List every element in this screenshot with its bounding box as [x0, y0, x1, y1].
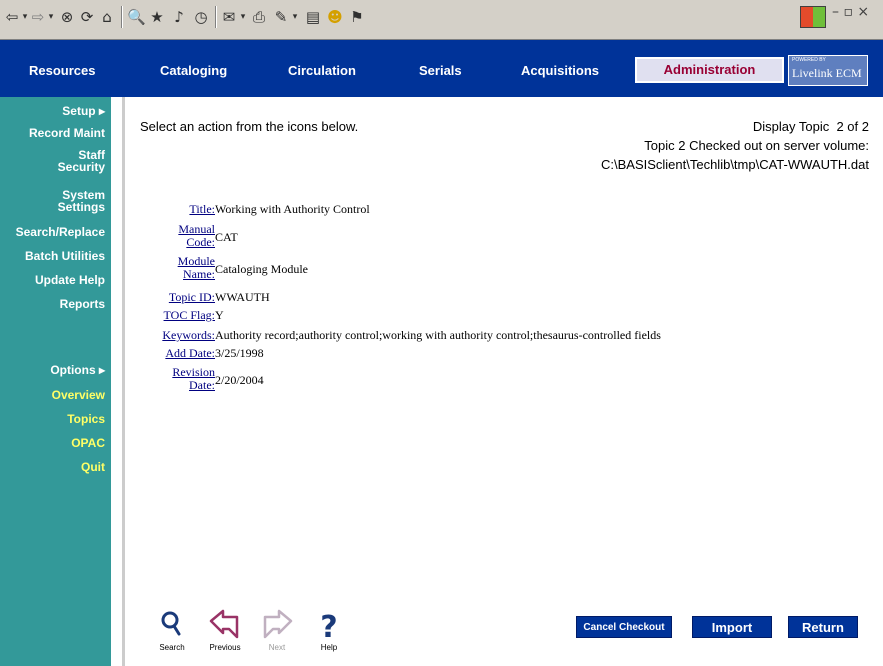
- manual-code-value: CAT: [215, 230, 238, 244]
- brand-powered-by: POWERED BY: [792, 57, 826, 63]
- keywords-label-link[interactable]: Keywords:: [162, 329, 215, 342]
- previous-caption: Previous: [209, 643, 241, 652]
- nav-serials[interactable]: Serials: [419, 63, 462, 78]
- forward-icon[interactable]: ⇨: [30, 5, 46, 29]
- title-label-link[interactable]: Title:: [189, 203, 215, 216]
- module-name-value: Cataloging Module: [215, 262, 308, 276]
- search-web-icon[interactable]: 🔍: [127, 5, 146, 29]
- stop-icon[interactable]: ⊗: [58, 5, 76, 29]
- refresh-icon[interactable]: ⟳: [78, 5, 96, 29]
- sidebar-item-topics[interactable]: Topics: [67, 413, 105, 425]
- livelink-logo: POWERED BY Livelink ECM: [788, 55, 868, 86]
- return-button[interactable]: Return: [788, 616, 858, 638]
- toc-flag-value: Y: [215, 308, 224, 322]
- main-content: Select an action from the icons below. D…: [125, 97, 883, 666]
- sidebar-options[interactable]: Options ▸: [50, 364, 105, 376]
- window-controls[interactable]: – ▫ ×: [832, 4, 869, 20]
- edit-dropdown-icon[interactable]: ▾: [290, 5, 300, 29]
- mail-dropdown-icon[interactable]: ▾: [238, 5, 248, 29]
- windows-logo-icon: [800, 6, 826, 28]
- sidebar-item-search-replace[interactable]: Search/Replace: [16, 226, 105, 238]
- help-nav-button[interactable]: ? Help: [307, 609, 351, 652]
- search-icon: [161, 611, 181, 636]
- add-date-value: 3/25/1998: [215, 346, 264, 360]
- status-text: Display Topic 2 of 2 Topic 2 Checked out…: [601, 117, 869, 174]
- nav-circulation[interactable]: Circulation: [288, 63, 356, 78]
- messenger-icon[interactable]: ☻: [326, 5, 344, 29]
- mail-icon[interactable]: ✉: [220, 5, 238, 29]
- next-caption: Next: [268, 643, 286, 652]
- question-mark-icon: ?: [320, 610, 337, 645]
- title-value: Working with Authority Control: [215, 202, 370, 216]
- forward-dropdown-icon[interactable]: ▾: [46, 5, 56, 29]
- add-date-label-link[interactable]: Add Date:: [165, 347, 215, 360]
- toolbar-separator: [121, 6, 123, 28]
- sidebar-gutter: [111, 97, 122, 666]
- svg-text:?: ?: [320, 610, 337, 643]
- sidebar-item-quit[interactable]: Quit: [81, 461, 105, 473]
- display-topic-count: Display Topic 2 of 2: [752, 119, 869, 134]
- edit-icon[interactable]: ✎: [272, 5, 290, 29]
- sidebar: Setup ▸ Record Maint Staff Security Syst…: [0, 97, 111, 666]
- search-caption: Search: [159, 643, 185, 652]
- instruction-text: Select an action from the icons below.: [140, 119, 359, 134]
- nav-resources[interactable]: Resources: [29, 63, 95, 78]
- revision-date-value: 2/20/2004: [215, 373, 264, 387]
- nav-acquisitions[interactable]: Acquisitions: [521, 63, 599, 78]
- topic-id-value: WWAUTH: [215, 290, 270, 304]
- search-nav-button[interactable]: Search: [150, 609, 194, 652]
- checkout-status: Topic 2 Checked out on server volume:: [644, 138, 869, 153]
- help-caption: Help: [320, 643, 338, 652]
- nav-cataloging[interactable]: Cataloging: [160, 63, 227, 78]
- favorites-icon[interactable]: ★: [148, 5, 166, 29]
- toolbar-separator: [215, 6, 217, 28]
- home-icon[interactable]: ⌂: [98, 5, 116, 29]
- sidebar-setup[interactable]: Setup ▸: [62, 105, 105, 117]
- media-icon[interactable]: ♪: [170, 5, 188, 29]
- print-icon[interactable]: ⎙: [250, 5, 268, 29]
- sidebar-item-update-help[interactable]: Update Help: [35, 274, 105, 286]
- cancel-checkout-button[interactable]: Cancel Checkout: [576, 616, 672, 638]
- next-arrow-icon: [263, 609, 293, 639]
- sidebar-item-batch-utilities[interactable]: Batch Utilities: [25, 250, 105, 262]
- import-button[interactable]: Import: [692, 616, 772, 638]
- sidebar-item-reports[interactable]: Reports: [60, 298, 105, 310]
- keywords-value: Authority record;authority control;worki…: [215, 328, 661, 342]
- previous-nav-button[interactable]: Previous: [203, 609, 247, 652]
- module-name-label-link[interactable]: Module Name:: [167, 255, 215, 281]
- sidebar-item-system-settings[interactable]: System Settings: [45, 189, 105, 213]
- previous-arrow-icon: [209, 609, 239, 639]
- next-nav-button: Next: [255, 609, 299, 652]
- sidebar-item-staff-security[interactable]: Staff Security: [45, 149, 105, 173]
- toc-flag-label-link[interactable]: TOC Flag:: [164, 309, 215, 322]
- checkout-path: C:\BASISclient\Techlib\tmp\CAT-WWAUTH.da…: [600, 157, 869, 172]
- history-icon[interactable]: ◷: [192, 5, 210, 29]
- manual-code-label-link[interactable]: Manual Code:: [169, 223, 215, 249]
- browser-toolbar: ⇦ ▾ ⇨ ▾ ⊗ ⟳ ⌂ 🔍 ★ ♪ ◷ ✉ ▾ ⎙ ✎ ▾ ▤ ☻ ⚑ – …: [0, 0, 883, 40]
- back-dropdown-icon[interactable]: ▾: [20, 5, 30, 29]
- sidebar-item-opac[interactable]: OPAC: [71, 437, 105, 449]
- sidebar-item-overview[interactable]: Overview: [52, 389, 105, 401]
- nav-administration[interactable]: Administration: [635, 57, 784, 83]
- discuss-icon[interactable]: ▤: [304, 5, 322, 29]
- brand-name: Livelink ECM: [792, 66, 862, 80]
- topic-id-label-link[interactable]: Topic ID:: [169, 291, 215, 304]
- research-icon[interactable]: ⚑: [348, 5, 366, 29]
- sidebar-item-record-maint[interactable]: Record Maint: [29, 127, 105, 139]
- back-icon[interactable]: ⇦: [4, 5, 20, 29]
- revision-date-label-link[interactable]: Revision Date:: [169, 366, 215, 392]
